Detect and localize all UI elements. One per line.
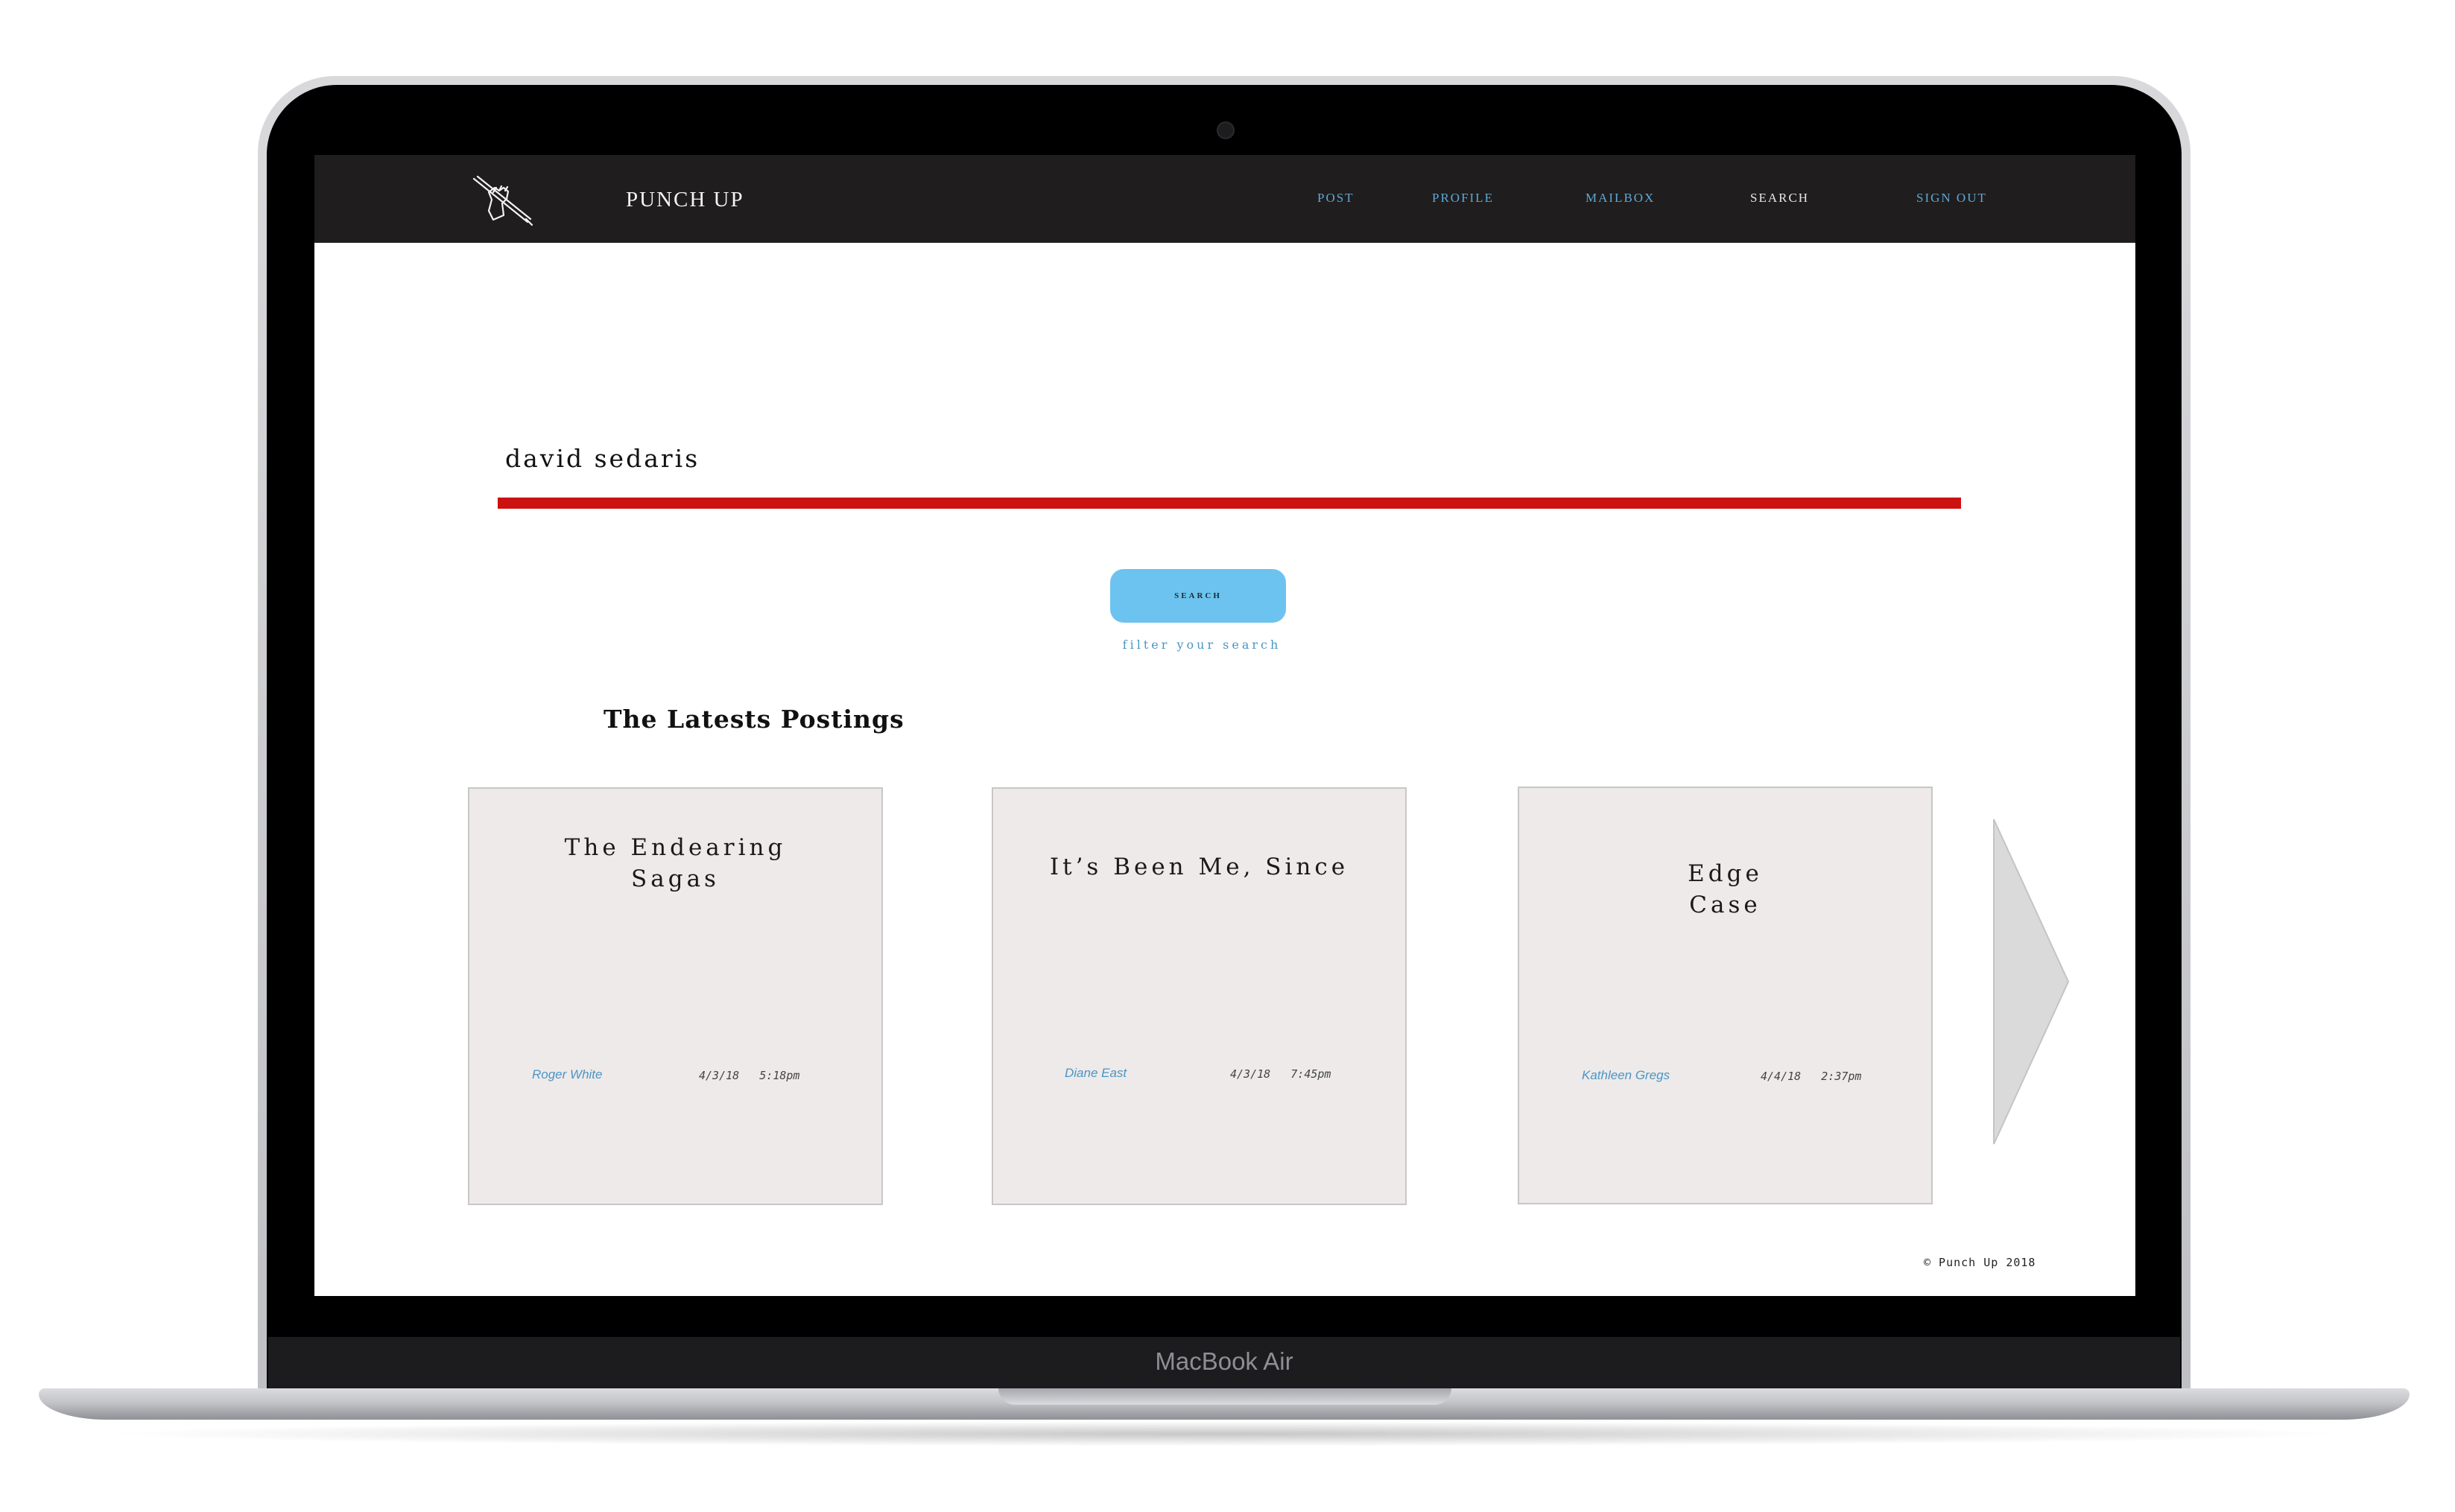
laptop-hinge-notch [998, 1388, 1451, 1405]
posting-card[interactable]: It’s Been Me, Since Diane East 4/3/18 7:… [992, 787, 1407, 1205]
search-button[interactable]: SEARCH [1110, 569, 1286, 623]
card-title-line: Case [1689, 892, 1761, 918]
card-author-link[interactable]: Roger White [532, 1067, 602, 1082]
filter-search-link[interactable]: filter your search [1118, 638, 1286, 652]
card-date: 4/4/18 2:37pm [1761, 1070, 1861, 1083]
chevron-right-icon[interactable] [1992, 818, 2071, 1146]
search-input-underline [498, 498, 1961, 509]
card-title: Edge Case [1542, 858, 1909, 921]
card-title-line: It’s Been Me, Since [1049, 854, 1349, 880]
laptop-shadow [97, 1421, 2354, 1446]
latest-postings-heading: The Latests Postings [604, 705, 905, 734]
nav-search[interactable]: SEARCH [1750, 191, 1809, 206]
card-date-value: 4/3/18 [699, 1069, 740, 1082]
punch-logo-icon [472, 175, 533, 226]
card-time-value: 5:18pm [759, 1069, 800, 1082]
card-date-value: 4/3/18 [1230, 1067, 1271, 1081]
card-date-value: 4/4/18 [1761, 1070, 1802, 1083]
nav-sign-out[interactable]: SIGN OUT [1916, 191, 1987, 206]
device-label: MacBook Air [1155, 1347, 1293, 1375]
card-title: The Endearing Sagas [492, 832, 859, 895]
card-title-line: Edge [1688, 860, 1763, 887]
brand-name[interactable]: PUNCH UP [626, 188, 744, 212]
card-author-link[interactable]: Diane East [1065, 1066, 1127, 1081]
nav-post[interactable]: POST [1317, 191, 1355, 206]
nav-profile[interactable]: PROFILE [1432, 191, 1494, 206]
card-date: 4/3/18 7:45pm [1230, 1067, 1331, 1081]
card-time-value: 2:37pm [1821, 1070, 1862, 1083]
app-screen: PUNCH UP POST PROFILE MAILBOX SEARCH SIG… [314, 155, 2135, 1296]
card-title-line: The Endearing [564, 834, 787, 861]
posting-card[interactable]: Edge Case Kathleen Gregs 4/4/18 2:37pm [1518, 787, 1933, 1204]
footer-copyright: © Punch Up 2018 [1924, 1256, 2036, 1269]
card-author-link[interactable]: Kathleen Gregs [1582, 1068, 1670, 1083]
top-navbar: PUNCH UP POST PROFILE MAILBOX SEARCH SIG… [314, 155, 2135, 243]
posting-card[interactable]: The Endearing Sagas Roger White 4/3/18 5… [468, 787, 883, 1205]
card-title: It’s Been Me, Since [1016, 851, 1383, 883]
laptop-chin: MacBook Air [268, 1337, 2180, 1396]
search-input[interactable]: david sedaris [505, 444, 700, 473]
camera-icon [1217, 121, 1235, 139]
card-title-line: Sagas [631, 865, 720, 892]
card-date: 4/3/18 5:18pm [699, 1069, 799, 1082]
nav-mailbox[interactable]: MAILBOX [1586, 191, 1655, 206]
card-time-value: 7:45pm [1290, 1067, 1331, 1081]
